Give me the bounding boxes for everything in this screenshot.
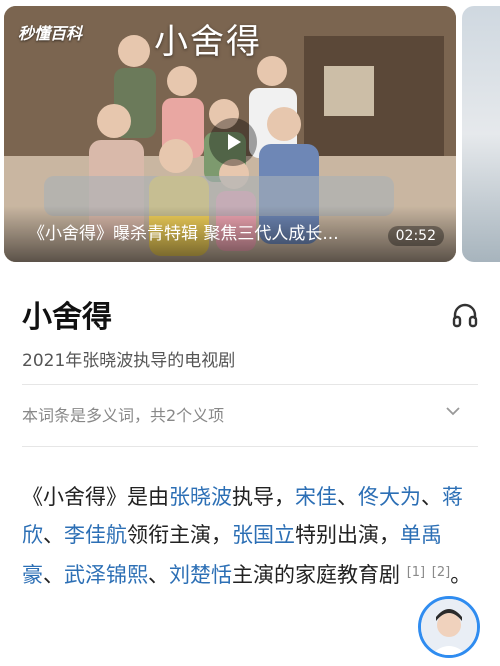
summary-text: 主演的家庭教育剧 — [232, 563, 400, 587]
headphones-icon[interactable] — [450, 300, 480, 330]
video-duration: 02:52 — [387, 226, 444, 246]
reference-1[interactable]: [1] — [407, 565, 425, 580]
summary-text: 。 — [450, 563, 472, 587]
show-title-art: 小舍得 — [154, 22, 262, 62]
summary-paragraph: 《小舍得》是由张晓波执导，宋佳、佟大为、蒋欣、李佳航领衔主演，张国立特别出演，单… — [22, 478, 478, 594]
summary-text: 执导， — [232, 485, 295, 509]
divider — [22, 446, 478, 447]
link-actor[interactable]: 武泽锦熙 — [64, 563, 148, 587]
separator: 、 — [43, 523, 64, 547]
link-director[interactable]: 张晓波 — [169, 485, 232, 509]
summary-text: 特别出演， — [295, 523, 400, 547]
video-caption: 《小舍得》曝杀青特辑 聚焦三代人成长... — [28, 224, 339, 244]
video-carousel[interactable]: 秒懂百科 小舍得 《小舍得》曝杀青特辑 聚焦三代人成长... 02:52 — [0, 0, 500, 270]
play-button[interactable] — [209, 118, 257, 166]
divider — [22, 384, 478, 385]
summary-text: 领衔主演， — [127, 523, 232, 547]
separator: 、 — [43, 563, 64, 587]
separator: 、 — [421, 485, 442, 509]
reference-2[interactable]: [2] — [432, 565, 450, 580]
avatar-portrait — [421, 599, 477, 655]
play-icon — [228, 134, 241, 150]
link-special-actor[interactable]: 张国立 — [232, 523, 295, 547]
video-card[interactable]: 秒懂百科 小舍得 《小舍得》曝杀青特辑 聚焦三代人成长... 02:52 — [4, 6, 456, 262]
link-actor[interactable]: 刘楚恬 — [169, 563, 232, 587]
summary-text: 《小舍得》是由 — [22, 485, 169, 509]
separator: 、 — [148, 563, 169, 587]
disambiguation-notice[interactable]: 本词条是多义词，共2个义项 — [22, 402, 224, 426]
page-title: 小舍得 — [22, 300, 112, 335]
next-video-card[interactable] — [462, 6, 500, 262]
link-actor[interactable]: 李佳航 — [64, 523, 127, 547]
chevron-down-icon[interactable] — [444, 402, 462, 420]
link-actor[interactable]: 佟大为 — [358, 485, 421, 509]
separator: 、 — [337, 485, 358, 509]
entry-subtitle: 2021年张晓波执导的电视剧 — [22, 351, 236, 371]
brand-logo: 秒懂百科 — [18, 24, 83, 43]
link-actor[interactable]: 宋佳 — [295, 485, 337, 509]
avatar[interactable] — [418, 596, 480, 658]
